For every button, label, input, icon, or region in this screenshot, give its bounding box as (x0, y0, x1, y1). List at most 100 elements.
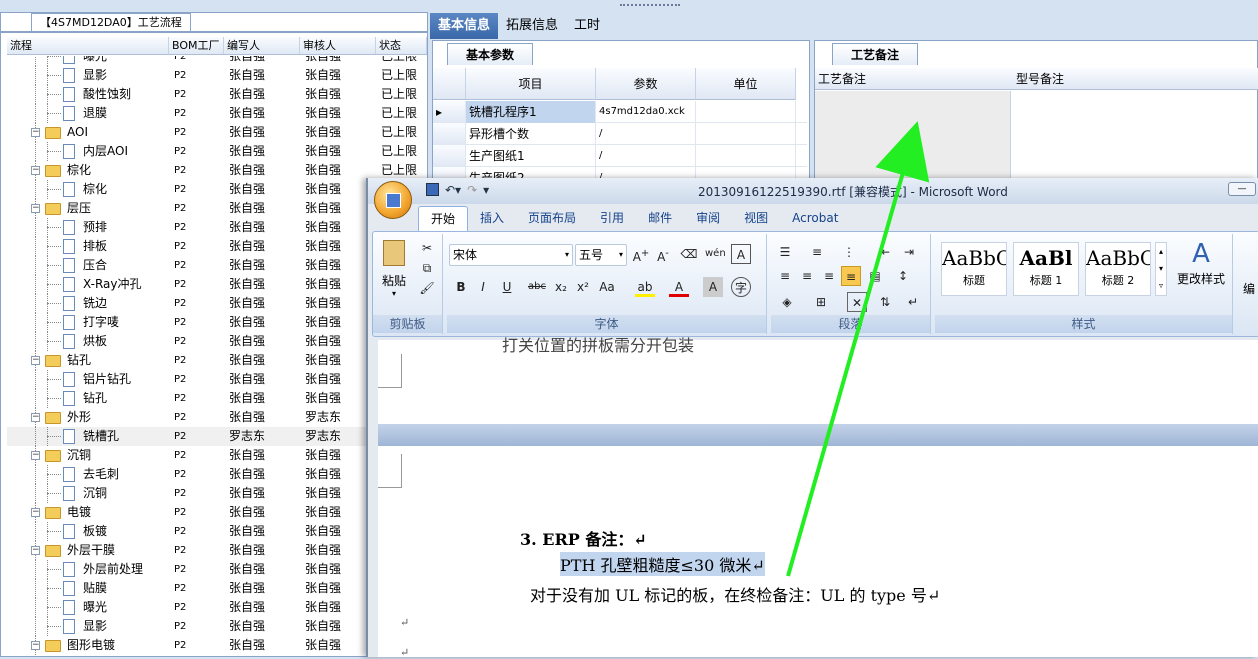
tree-row[interactable]: − 沉铜 P2 张自强 张自强 (7, 446, 427, 465)
splitter-grip[interactable] (620, 4, 680, 10)
param-item-cell[interactable]: 异形槽个数 (466, 123, 596, 145)
param-value-cell[interactable]: / (596, 145, 696, 167)
tab-extended-info[interactable]: 拓展信息 (498, 13, 566, 39)
ribbon-tab[interactable]: 审阅 (684, 206, 732, 231)
param-item-cell[interactable]: 铣槽孔程序1 (466, 101, 596, 123)
undo-icon[interactable]: ↶▾ (445, 183, 461, 197)
col-param[interactable]: 参数 (596, 68, 696, 100)
process-notes-tab[interactable]: 工艺备注 (832, 43, 918, 65)
subscript-icon[interactable]: x₂ (551, 277, 571, 297)
collapse-icon[interactable]: − (31, 451, 40, 460)
numbering-icon[interactable]: ≡ (807, 242, 827, 262)
font-name-select[interactable]: 宋体 ▾ (449, 244, 573, 266)
ribbon-tab[interactable]: 引用 (588, 206, 636, 231)
tab-basic-info[interactable]: 基本信息 (430, 13, 499, 39)
tree-row[interactable]: − 电镀 P2 张自强 张自强 (7, 503, 427, 522)
tree-row[interactable]: − AOI P2 张自强 张自强 已上限 (7, 123, 427, 142)
char-border-icon[interactable]: A (731, 244, 751, 264)
enclose-char-icon[interactable]: 字 (731, 277, 751, 297)
ribbon-tab[interactable]: 页面布局 (516, 206, 588, 231)
tree-row[interactable]: 内层AOI P2 张自强 张自强 已上限 (7, 142, 427, 161)
change-styles-button[interactable]: A 更改样式 (1173, 238, 1229, 308)
tree-row[interactable]: 铣槽孔 P2 罗志东 罗志东 (7, 427, 427, 446)
style-heading2[interactable]: AaBbC 标题 2 (1085, 242, 1151, 296)
tree-row[interactable]: 显影 P2 张自强 张自强 已上限 (7, 66, 427, 85)
justify-icon[interactable]: ≡ (841, 266, 861, 286)
decrease-indent-icon[interactable]: ⇤ (875, 242, 895, 262)
param-row[interactable]: 异形槽个数 / (433, 123, 807, 145)
ribbon-tab[interactable]: 视图 (732, 206, 780, 231)
paste-button[interactable]: 粘贴 ▾ (379, 240, 409, 300)
tree-row[interactable]: 排板 P2 张自强 张自强 (7, 237, 427, 256)
param-unit-cell[interactable] (696, 145, 796, 167)
collapse-icon[interactable]: − (31, 166, 40, 175)
change-case-icon[interactable]: Aa (597, 277, 617, 297)
tree-row[interactable]: 显影 P2 张自强 张自强 (7, 617, 427, 636)
tree-row[interactable]: 外层前处理 P2 张自强 张自强 (7, 560, 427, 579)
chinese-layout-icon[interactable]: ✕ (847, 292, 867, 312)
superscript-icon[interactable]: x² (573, 277, 593, 297)
tree-row[interactable]: − 钻孔 P2 张自强 张自强 (7, 351, 427, 370)
office-button[interactable] (374, 181, 412, 219)
distributed-icon[interactable]: ▤ (865, 266, 885, 286)
tab-work-hours[interactable]: 工时 (566, 13, 608, 39)
cut-icon[interactable]: ✂ (417, 238, 437, 258)
tree-row[interactable]: − 棕化 P2 张自强 张自强 已上限 (7, 161, 427, 180)
split-bar[interactable] (378, 424, 1258, 446)
collapse-icon[interactable]: − (31, 128, 40, 137)
tree-row[interactable]: 铝片钻孔 P2 张自强 张自强 (7, 370, 427, 389)
tree-row[interactable]: 压合 P2 张自强 张自强 (7, 256, 427, 275)
param-item-cell[interactable]: 生产图纸1 (466, 145, 596, 167)
tree-row[interactable]: − 外层干膜 P2 张自强 张自强 (7, 541, 427, 560)
param-row[interactable]: 生产图纸1/ (433, 145, 807, 167)
col-item[interactable]: 项目 (466, 68, 596, 100)
process-flow-tab[interactable]: 【4S7MD12DA0】工艺流程 (31, 13, 191, 31)
collapse-icon[interactable]: − (31, 641, 40, 650)
col-unit[interactable]: 单位 (696, 68, 796, 100)
format-painter-icon[interactable]: 🖌 (417, 278, 437, 298)
collapse-icon[interactable]: − (31, 413, 40, 422)
collapse-icon[interactable]: − (31, 508, 40, 517)
param-unit-cell[interactable] (696, 101, 796, 123)
ribbon-tab[interactable]: 邮件 (636, 206, 684, 231)
tree-row[interactable]: 曝光 P2 张自强 张自强 已上限 (7, 56, 427, 66)
save-icon[interactable] (426, 183, 439, 196)
paste-dropdown-icon[interactable]: ▾ (379, 289, 409, 298)
borders-icon[interactable]: ⊞ (811, 292, 831, 312)
align-center-icon[interactable]: ≡ (797, 266, 817, 286)
col-status[interactable]: 状态 (376, 37, 427, 54)
col-process-note[interactable]: 工艺备注 (815, 68, 866, 90)
redo-icon[interactable]: ↷ (467, 183, 477, 197)
bullets-icon[interactable]: ☰ (775, 242, 795, 262)
editing-button[interactable]: 编 (1243, 280, 1255, 297)
basic-params-tab[interactable]: 基本参数 (447, 43, 533, 65)
tree-row[interactable]: 板镀 P2 张自强 张自强 (7, 522, 427, 541)
tree-row[interactable]: 去毛刺 P2 张自强 张自强 (7, 465, 427, 484)
style-heading1[interactable]: AaBl 标题 1 (1013, 242, 1079, 296)
phonetic-guide-icon[interactable]: wén (705, 244, 726, 264)
strikethrough-icon[interactable]: abc (527, 277, 547, 297)
tree-row[interactable]: 打字唛 P2 张自强 张自强 (7, 313, 427, 332)
shrink-font-icon[interactable]: A- (653, 244, 673, 264)
style-title[interactable]: AaBbC 标题 (941, 242, 1007, 296)
sort-icon[interactable]: ⇅ (875, 292, 895, 312)
tree-row[interactable]: 棕化 P2 张自强 张自强 (7, 180, 427, 199)
collapse-icon[interactable]: − (31, 546, 40, 555)
document-pane-bottom[interactable]: 3. ERP 备注：↵ PTH 孔壁粗糙度≤30 微米↵ 对于没有加 UL 标记… (378, 446, 1258, 659)
align-right-icon[interactable]: ≡ (819, 266, 839, 286)
char-shading-icon[interactable]: A (703, 277, 723, 297)
tree-row[interactable]: 预排 P2 张自强 张自强 (7, 218, 427, 237)
styles-scroll[interactable]: ▴ ▾ ▿ (1155, 242, 1167, 296)
show-marks-icon[interactable]: ↵ (903, 292, 923, 312)
increase-indent-icon[interactable]: ⇥ (899, 242, 919, 262)
copy-icon[interactable]: ⧉ (417, 258, 437, 278)
tree-row[interactable]: X-Ray冲孔 P2 张自强 张自强 (7, 275, 427, 294)
line-spacing-icon[interactable]: ↕ (893, 266, 913, 286)
italic-icon[interactable]: I (473, 277, 493, 297)
tree-row[interactable]: 贴膜 P2 张自强 张自强 (7, 579, 427, 598)
tree-row[interactable]: 酸性蚀刻 P2 张自强 张自强 已上限 (7, 85, 427, 104)
tree-row[interactable]: 烘板 P2 张自强 张自强 (7, 332, 427, 351)
customize-qat-icon[interactable]: ▾ (483, 183, 489, 197)
shading-icon[interactable]: ◈ (777, 292, 797, 312)
tree-row[interactable]: 铣边 P2 张自强 张自强 (7, 294, 427, 313)
